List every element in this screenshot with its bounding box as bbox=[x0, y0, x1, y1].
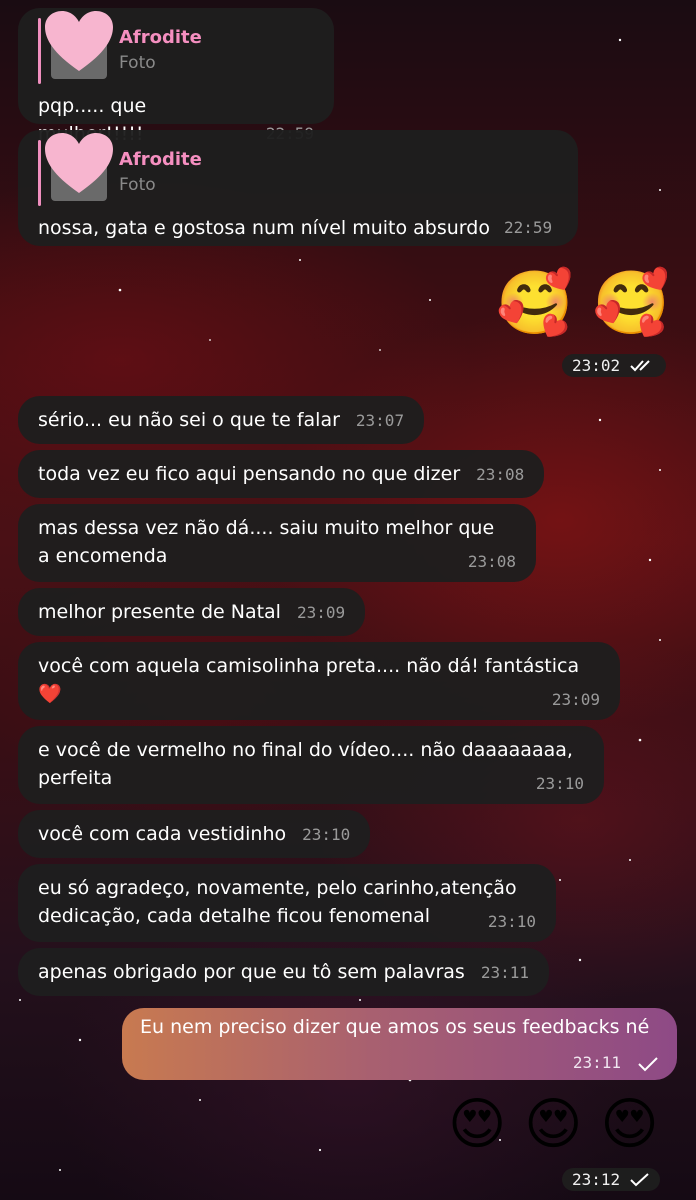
message-text: eu só agradeço, novamente, pelo carinho,… bbox=[38, 877, 517, 927]
message-text: Eu nem preciso dizer que amos os seus fe… bbox=[140, 1016, 650, 1038]
message-time: 23:09 bbox=[296, 603, 346, 622]
message-text: sério... eu não sei o que te falar bbox=[38, 409, 340, 431]
outgoing-message-bubble[interactable]: Eu nem preciso dizer que amos os seus fe… bbox=[122, 1008, 677, 1080]
message-time: 23:11 bbox=[572, 1053, 621, 1072]
message-bubble[interactable]: melhor presente de Natal 23:09 bbox=[18, 588, 366, 636]
pink-heart-icon bbox=[45, 133, 113, 193]
message-bubble-reply-2[interactable]: Afrodite Foto nossa, gata e gostosa num … bbox=[18, 130, 578, 246]
reply-preview[interactable]: Afrodite Foto bbox=[38, 11, 314, 84]
message-time: 23:08 bbox=[476, 465, 525, 484]
message-text: nossa, gata e gostosa num nível muito ab… bbox=[38, 217, 490, 239]
message-text: toda vez eu fico aqui pensando no que di… bbox=[38, 463, 461, 485]
message-time: 22:59 bbox=[503, 218, 553, 237]
message-text: você com cada vestidinho bbox=[38, 823, 287, 845]
message-time: 23:10 bbox=[535, 774, 584, 793]
message-meta: 23:02 bbox=[562, 354, 667, 377]
message-bubble[interactable]: eu só agradeço, novamente, pelo carinho,… bbox=[18, 864, 556, 942]
outgoing-emoji-message[interactable]: 🥰 🥰 bbox=[496, 268, 670, 338]
reply-type: Foto bbox=[119, 53, 156, 73]
message-text: apenas obrigado por que eu tô sem palavr… bbox=[38, 961, 465, 983]
check-icon bbox=[630, 1172, 649, 1186]
message-text: mas dessa vez não dá.... saiu muito melh… bbox=[38, 517, 495, 567]
message-bubble[interactable]: mas dessa vez não dá.... saiu muito melh… bbox=[18, 504, 536, 582]
check-icon bbox=[638, 1057, 658, 1072]
message-time: 23:11 bbox=[480, 963, 530, 982]
message-time: 23:10 bbox=[487, 912, 536, 931]
reply-accent-bar bbox=[38, 18, 41, 84]
reply-preview[interactable]: Afrodite Foto bbox=[38, 133, 558, 206]
photo-thumbnail bbox=[45, 133, 113, 201]
reply-type: Foto bbox=[119, 175, 156, 195]
message-text: você com aquela camisolinha preta.... nã… bbox=[38, 655, 580, 705]
pink-heart-icon bbox=[45, 11, 113, 71]
message-time: 23:08 bbox=[467, 552, 516, 571]
message-bubble[interactable]: você com cada vestidinho 23:10 bbox=[18, 810, 371, 858]
message-bubble[interactable]: sério... eu não sei o que te falar 23:07 bbox=[18, 396, 425, 444]
message-time: 23:10 bbox=[302, 825, 351, 844]
message-bubble[interactable]: apenas obrigado por que eu tô sem palavr… bbox=[18, 948, 550, 996]
message-time: 23:09 bbox=[551, 690, 600, 709]
message-meta: 23:12 bbox=[562, 1168, 661, 1191]
message-bubble[interactable]: toda vez eu fico aqui pensando no que di… bbox=[18, 450, 545, 498]
reply-accent-bar bbox=[38, 140, 41, 206]
reply-author: Afrodite bbox=[119, 149, 202, 170]
message-time: 23:12 bbox=[572, 1170, 621, 1189]
outgoing-emoji-message[interactable]: 😍 😍 😍 bbox=[448, 1090, 659, 1160]
message-text: e você de vermelho no final do vídeo....… bbox=[38, 739, 573, 789]
message-bubble-reply-1[interactable]: Afrodite Foto pqp..... que mulher!!!!! 2… bbox=[18, 8, 334, 145]
message-time: 23:02 bbox=[572, 356, 621, 375]
photo-thumbnail bbox=[45, 11, 113, 79]
reply-author: Afrodite bbox=[119, 27, 202, 48]
message-bubble[interactable]: e você de vermelho no final do vídeo....… bbox=[18, 726, 604, 804]
double-check-icon bbox=[630, 359, 650, 371]
message-text: melhor presente de Natal bbox=[38, 601, 281, 623]
message-time: 23:07 bbox=[355, 411, 405, 430]
message-bubble[interactable]: você com aquela camisolinha preta.... nã… bbox=[18, 642, 620, 720]
